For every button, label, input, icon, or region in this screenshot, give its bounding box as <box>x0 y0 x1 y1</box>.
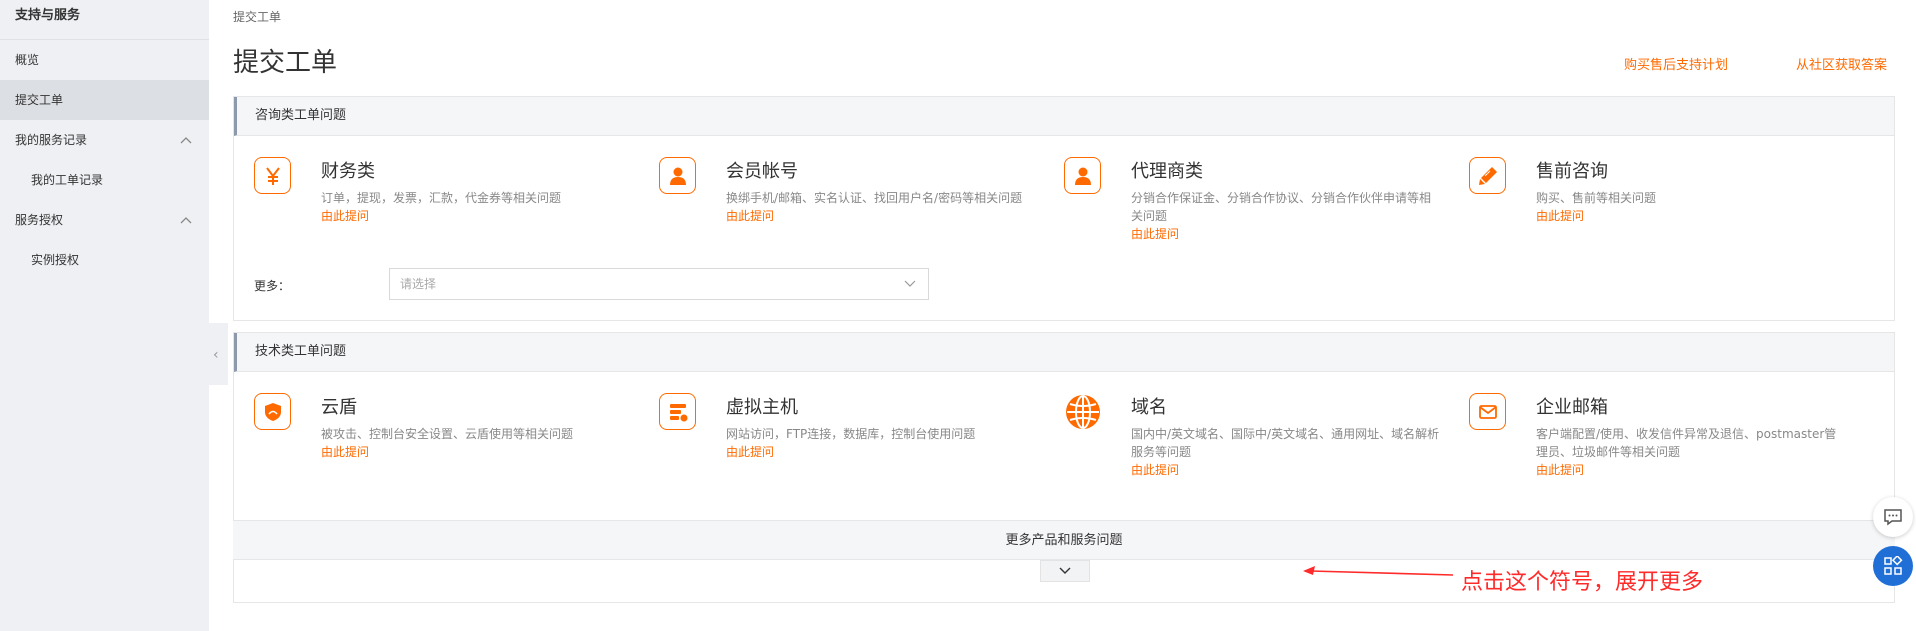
chevron-up-icon[interactable] <box>178 200 194 240</box>
ask-here-link[interactable]: 由此提问 <box>1131 461 1441 479</box>
category-title[interactable]: 售前咨询 <box>1536 157 1608 183</box>
breadcrumb: 提交工单 <box>233 10 282 24</box>
ask-here-link[interactable]: 由此提问 <box>726 207 1036 225</box>
category-desc: 被攻击、控制台安全设置、云盾使用等相关问题 <box>321 427 574 441</box>
chat-icon <box>1884 509 1902 526</box>
annotation-arrow <box>1303 566 1454 576</box>
more-label: 更多： <box>254 279 291 293</box>
ask-here-link[interactable]: 由此提问 <box>1536 207 1846 225</box>
sidebar-item-label: 我的服务记录 <box>15 133 88 147</box>
category-title[interactable]: 域名 <box>1131 393 1167 419</box>
category-title[interactable]: 会员帐号 <box>726 157 798 183</box>
sidebar-item-overview[interactable]: 概览 <box>0 40 209 80</box>
community-answers-link[interactable]: 从社区获取答案 <box>1796 54 1887 73</box>
chevron-down-icon <box>904 280 916 287</box>
section-header: 技术类工单问题 <box>234 333 1894 372</box>
ask-here-link[interactable]: 由此提问 <box>1131 225 1441 243</box>
select-placeholder: 请选择 <box>400 277 437 291</box>
category-desc: 换绑手机/邮箱、实名认证、找回用户名/密码等相关问题 <box>726 191 1023 205</box>
chevron-down-icon <box>1059 567 1071 574</box>
ask-here-link[interactable]: 由此提问 <box>726 443 1036 461</box>
section-header: 咨询类工单问题 <box>234 97 1894 136</box>
category-title[interactable]: 企业邮箱 <box>1536 393 1608 419</box>
consult-section: 咨询类工单问题 财务类 订单，提现，发票，汇款，代金券等相关问题由此提问 会员帐… <box>233 96 1895 321</box>
category-desc: 客户端配置/使用、收发信件异常及退信、postmaster管理员、垃圾邮件等相关… <box>1536 427 1837 459</box>
category-desc: 国内中/英文域名、国际中/英文域名、通用网址、域名解析服务等问题 <box>1131 427 1440 459</box>
ask-here-link[interactable]: 由此提问 <box>1536 461 1846 479</box>
page-title: 提交工单 <box>233 48 338 78</box>
sidebar-item-label: 服务授权 <box>15 213 64 227</box>
category-desc: 订单，提现，发票，汇款，代金券等相关问题 <box>321 191 562 205</box>
buy-support-plan-link[interactable]: 购买售后支持计划 <box>1624 54 1728 73</box>
sidebar-title: 支持与服务 <box>0 0 209 40</box>
more-products-bar: 更多产品和服务问题 <box>233 520 1895 560</box>
yen-icon[interactable] <box>254 157 291 194</box>
sidebar-collapse-button[interactable]: ‹ <box>209 323 228 385</box>
category-title[interactable]: 云盾 <box>321 393 357 419</box>
category-title[interactable]: 虚拟主机 <box>726 393 798 419</box>
user-icon[interactable] <box>1064 157 1101 194</box>
pencil-icon[interactable] <box>1469 157 1506 194</box>
sidebar-item-service-records[interactable]: 我的服务记录 <box>0 120 209 160</box>
more-category-select[interactable]: 请选择 <box>389 268 929 300</box>
chevron-up-icon[interactable] <box>178 120 194 160</box>
sidebar-item-service-auth[interactable]: 服务授权 <box>0 200 209 240</box>
ask-here-link[interactable]: 由此提问 <box>321 207 631 225</box>
chevron-left-icon: ‹ <box>213 347 219 363</box>
ask-here-link[interactable]: 由此提问 <box>321 443 631 461</box>
server-icon[interactable] <box>659 393 696 430</box>
sidebar: 支持与服务 概览 提交工单 我的服务记录 我的工单记录 服务授权 实例授权 <box>0 0 209 631</box>
expand-more-button[interactable] <box>1040 560 1090 582</box>
apps-icon <box>1884 556 1903 575</box>
globe-icon[interactable] <box>1064 393 1101 430</box>
chat-button[interactable] <box>1873 497 1913 537</box>
category-desc: 网站访问，FTP连接，数据库，控制台使用问题 <box>726 427 976 441</box>
sidebar-item-instance-auth[interactable]: 实例授权 <box>0 240 209 280</box>
sidebar-item-submit-ticket[interactable]: 提交工单 <box>0 80 209 120</box>
category-desc: 购买、售前等相关问题 <box>1536 191 1657 205</box>
mail-icon[interactable] <box>1469 393 1506 430</box>
category-title[interactable]: 财务类 <box>321 157 375 183</box>
category-title[interactable]: 代理商类 <box>1131 157 1203 183</box>
sidebar-item-my-tickets[interactable]: 我的工单记录 <box>0 160 209 200</box>
category-desc: 分销合作保证金、分销合作协议、分销合作伙伴申请等相关问题 <box>1131 191 1432 223</box>
shield-icon[interactable] <box>254 393 291 430</box>
user-icon[interactable] <box>659 157 696 194</box>
annotation-text: 点击这个符号，展开更多 <box>1461 570 1704 595</box>
apps-button[interactable] <box>1873 546 1913 586</box>
